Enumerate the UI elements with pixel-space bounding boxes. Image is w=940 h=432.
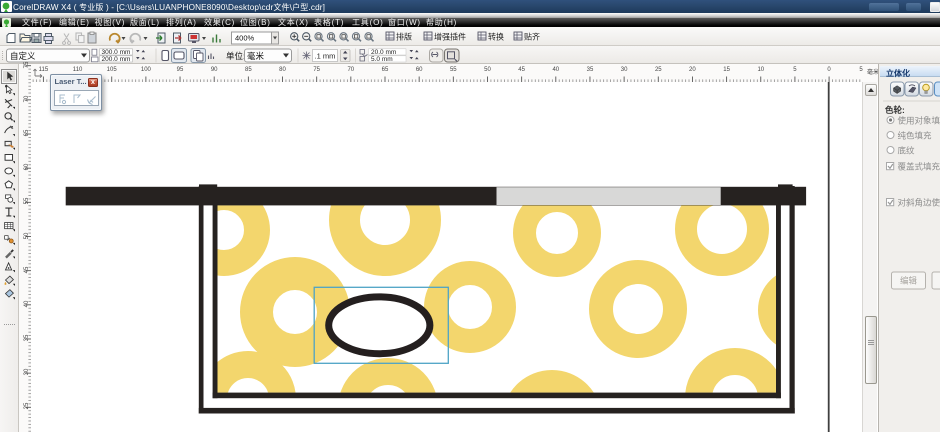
svg-text:贴齐: 贴齐 — [524, 32, 540, 42]
svg-text:400%: 400% — [235, 34, 255, 43]
svg-text:底纹: 底纹 — [898, 146, 916, 156]
svg-text:排版: 排版 — [396, 32, 412, 42]
svg-text:5.0 mm: 5.0 mm — [371, 56, 393, 63]
svg-text:对斜角边使: 对斜角边使 — [898, 198, 940, 208]
svg-text:自定义: 自定义 — [10, 51, 36, 61]
svg-text:纯色填充: 纯色填充 — [898, 131, 933, 141]
svg-text:200.0 mm: 200.0 mm — [102, 56, 131, 63]
svg-text:毫米: 毫米 — [247, 51, 265, 61]
svg-text:增强插件: 增强插件 — [434, 32, 466, 42]
svg-text:色轮:: 色轮: — [885, 105, 905, 115]
svg-text:转换: 转换 — [488, 32, 504, 42]
svg-text:.1 mm: .1 mm — [315, 52, 336, 61]
svg-text:编辑: 编辑 — [900, 276, 918, 286]
svg-text:单位:: 单位: — [226, 51, 245, 61]
svg-text:覆盖式填充: 覆盖式填充 — [898, 162, 940, 172]
svg-text:使用对象填充: 使用对象填充 — [898, 116, 940, 126]
